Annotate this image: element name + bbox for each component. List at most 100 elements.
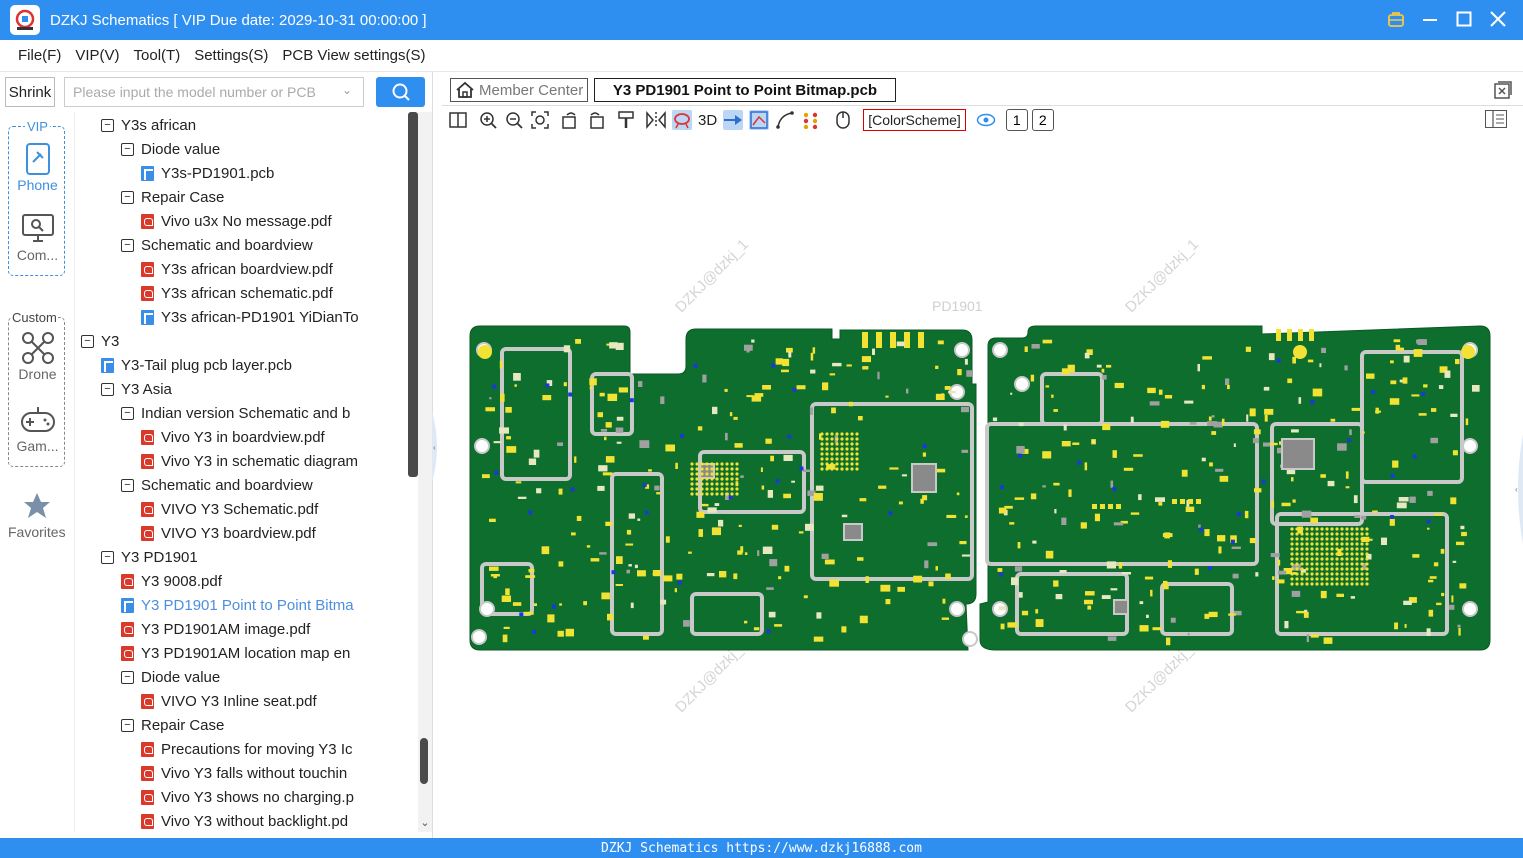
- tree-file[interactable]: Vivo Y3 shows no charging.p: [141, 785, 354, 809]
- tree-file[interactable]: Y3s african-PD1901 YiDianTo: [141, 305, 359, 329]
- layer-2-button[interactable]: 2: [1031, 109, 1054, 131]
- eye-icon[interactable]: [976, 110, 996, 130]
- mouse-icon[interactable]: [833, 110, 853, 130]
- pcb-file-icon: [121, 597, 134, 613]
- collapse-toggle-icon[interactable]: −: [101, 550, 114, 564]
- mirror-icon[interactable]: [646, 110, 666, 130]
- maximize-button[interactable]: [1453, 8, 1475, 30]
- tree-folder[interactable]: − Y3 Asia: [101, 377, 172, 401]
- tree-file[interactable]: Y3 PD1901AM location map en: [121, 641, 350, 665]
- collapse-toggle-icon[interactable]: −: [101, 382, 114, 396]
- scroll-down-icon[interactable]: ⌄: [418, 816, 432, 829]
- tree-file[interactable]: VIVO Y3 boardview.pdf: [141, 521, 316, 545]
- tree-folder[interactable]: − Y3: [81, 329, 119, 353]
- rotate-right-icon[interactable]: [586, 110, 606, 130]
- search-button[interactable]: [376, 77, 425, 107]
- pin-arrow-icon[interactable]: [723, 110, 744, 130]
- tree-folder[interactable]: − Y3 PD1901: [101, 545, 198, 569]
- net-highlight-icon[interactable]: [672, 110, 692, 130]
- search-input[interactable]: [64, 77, 364, 107]
- tree-scroll-thumb[interactable]: [420, 738, 428, 784]
- close-tabs-icon[interactable]: [1493, 80, 1513, 100]
- close-button[interactable]: [1487, 8, 1509, 30]
- tree-file[interactable]: Y3s african boardview.pdf: [141, 257, 333, 281]
- tree-file[interactable]: VIVO Y3 Inline seat.pdf: [141, 689, 317, 713]
- tree-folder[interactable]: − Repair Case: [121, 185, 224, 209]
- menu-pcb-view-settings[interactable]: PCB View settings(S): [282, 47, 425, 64]
- tree-file[interactable]: Precautions for moving Y3 Ic: [141, 737, 352, 761]
- 3d-toggle-button[interactable]: 3D: [698, 112, 717, 129]
- fit-view-icon[interactable]: [530, 110, 550, 130]
- nav-computer-label: Com...: [16, 247, 59, 263]
- collapse-toggle-icon[interactable]: −: [121, 718, 134, 732]
- nav-phone[interactable]: Phone: [9, 141, 66, 193]
- nav-drone[interactable]: Drone: [9, 330, 66, 382]
- pdf-file-icon: [141, 813, 154, 829]
- tree-folder[interactable]: − Repair Case: [121, 713, 224, 737]
- tree-folder[interactable]: − Indian version Schematic and b: [121, 401, 350, 425]
- tree-file[interactable]: Y3 PD1901 Point to Point Bitma: [121, 593, 354, 617]
- pdf-file-icon: [121, 621, 134, 637]
- menu-file[interactable]: File(F): [18, 47, 61, 64]
- pdf-file-icon: [141, 789, 154, 805]
- tree-file[interactable]: Y3-Tail plug pcb layer.pcb: [101, 353, 292, 377]
- color-scheme-button[interactable]: [ColorScheme]: [863, 109, 966, 131]
- tree-folder[interactable]: − Y3s african: [101, 113, 196, 137]
- tree-folder[interactable]: − Diode value: [121, 137, 220, 161]
- zoom-in-icon[interactable]: [478, 110, 498, 130]
- menu-settings[interactable]: Settings(S): [194, 47, 268, 64]
- collapse-toggle-icon[interactable]: −: [121, 190, 134, 204]
- measure-curve-icon[interactable]: [775, 110, 795, 130]
- trace-select-icon[interactable]: [749, 110, 770, 130]
- tab-member-center[interactable]: Member Center: [450, 78, 588, 102]
- tree-folder[interactable]: − Schematic and boardview: [121, 473, 313, 497]
- tree-file[interactable]: Y3s-PD1901.pcb: [141, 161, 274, 185]
- document-tabs: Member Center Y3 PD1901 Point to Point B…: [442, 72, 1523, 106]
- tree-file[interactable]: VIVO Y3 Schematic.pdf: [141, 497, 318, 521]
- pdf-file-icon: [141, 429, 154, 445]
- tree-item-label: Schematic and boardview: [141, 476, 313, 494]
- pcb-board[interactable]: [442, 134, 1523, 838]
- tree-file[interactable]: Vivo Y3 in boardview.pdf: [141, 425, 325, 449]
- vip-bag-icon[interactable]: [1385, 8, 1407, 30]
- collapse-toggle-icon[interactable]: −: [121, 670, 134, 684]
- menu-tool[interactable]: Tool(T): [134, 47, 181, 64]
- tree-item-label: Vivo Y3 falls without touchin: [161, 764, 348, 782]
- paint-brush-icon[interactable]: [616, 110, 636, 130]
- panel-splitter[interactable]: ‹: [432, 72, 442, 838]
- collapse-toggle-icon[interactable]: −: [101, 118, 114, 132]
- collapse-toggle-icon[interactable]: −: [121, 406, 134, 420]
- menu-vip[interactable]: VIP(V): [75, 47, 119, 64]
- shrink-button[interactable]: Shrink: [5, 77, 55, 107]
- tree-folder[interactable]: − Diode value: [121, 665, 220, 689]
- split-view-icon[interactable]: [448, 110, 468, 130]
- collapse-toggle-icon[interactable]: −: [121, 142, 134, 156]
- nav-game[interactable]: Gam...: [9, 402, 66, 454]
- nav-favorites[interactable]: Favorites: [8, 488, 66, 540]
- tab-active-pcb[interactable]: Y3 PD1901 Point to Point Bitmap.pcb: [594, 78, 896, 102]
- minimize-button[interactable]: [1419, 8, 1441, 30]
- tree-hscroll-bar[interactable]: [408, 112, 418, 477]
- tree-file[interactable]: Vivo Y3 in schematic diagram: [141, 449, 358, 473]
- rotate-left-icon[interactable]: [560, 110, 580, 130]
- pcb-viewport[interactable]: DZKJ@dzkj_1 DZKJ@dzkj_1 DZKJ@dzkj_1 DZKJ…: [442, 134, 1523, 838]
- tree-file[interactable]: Vivo Y3 falls without touchin: [141, 761, 347, 785]
- collapse-toggle-icon[interactable]: −: [121, 478, 134, 492]
- nav-computer[interactable]: Com...: [9, 211, 66, 263]
- tree-file[interactable]: Y3 9008.pdf: [121, 569, 222, 593]
- tree-scroll-track[interactable]: [418, 112, 432, 832]
- layer-1-button[interactable]: 1: [1005, 109, 1028, 131]
- side-panel-toggle-icon[interactable]: [1485, 110, 1507, 128]
- tree-file[interactable]: Vivo Y3 without backlight.pd: [141, 809, 348, 832]
- tree-file[interactable]: Vivo u3x No message.pdf: [141, 209, 332, 233]
- tree-folder[interactable]: − Schematic and boardview: [121, 233, 313, 257]
- tree-file[interactable]: Y3s african schematic.pdf: [141, 281, 333, 305]
- tree-item-label: Vivo u3x No message.pdf: [161, 212, 332, 230]
- collapse-toggle-icon[interactable]: −: [121, 238, 134, 252]
- dots-grid-icon[interactable]: [801, 110, 821, 130]
- chevron-down-icon[interactable]: ⌄: [342, 83, 352, 97]
- collapse-toggle-icon[interactable]: −: [81, 334, 94, 348]
- zoom-out-icon[interactable]: [504, 110, 524, 130]
- tree-item-label: Y3s african: [121, 116, 197, 134]
- tree-file[interactable]: Y3 PD1901AM image.pdf: [121, 617, 310, 641]
